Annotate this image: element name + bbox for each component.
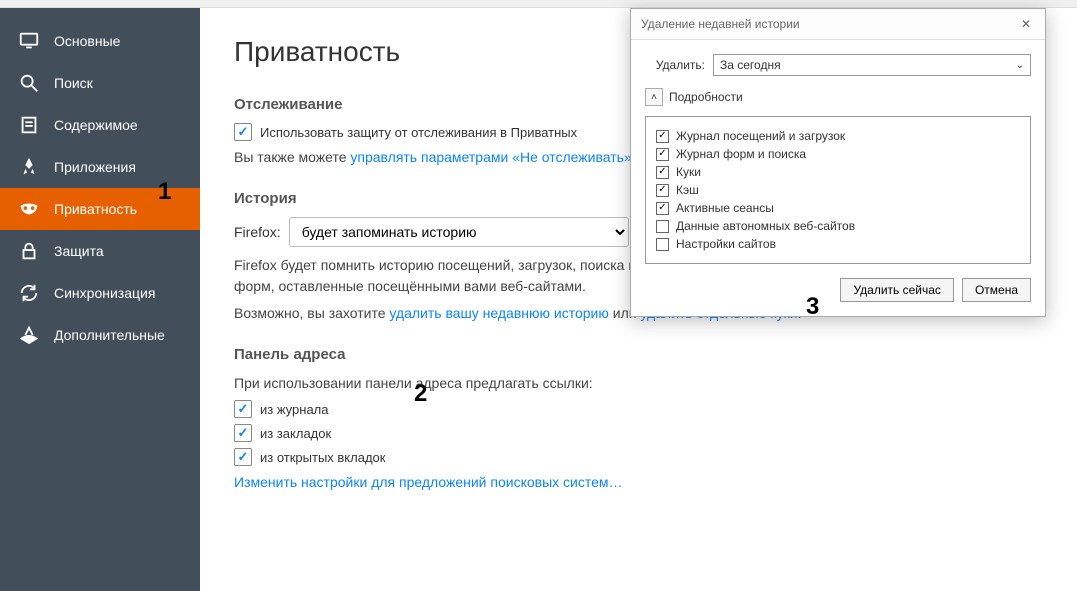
cb-sessions[interactable] bbox=[656, 202, 669, 215]
sidebar-item-search[interactable]: Поиск bbox=[0, 62, 200, 104]
cb-offline-data[interactable] bbox=[656, 220, 669, 233]
firefox-label: Firefox: bbox=[234, 224, 281, 240]
maybe-text: Возможно, вы захотите bbox=[234, 305, 389, 321]
document-icon bbox=[18, 114, 40, 136]
sidebar-item-apps[interactable]: Приложения bbox=[0, 146, 200, 188]
tracking-protection-label: Использовать защиту от отслеживания в Пр… bbox=[260, 125, 577, 140]
addr-history-checkbox[interactable] bbox=[234, 400, 252, 418]
addr-opentabs-checkbox[interactable] bbox=[234, 448, 252, 466]
addressbar-text: При использовании панели адреса предлага… bbox=[234, 373, 1043, 394]
rocket-icon bbox=[18, 156, 40, 178]
cb-visit-history[interactable] bbox=[656, 130, 669, 143]
close-icon[interactable]: ✕ bbox=[1017, 15, 1035, 33]
cb-cookies[interactable] bbox=[656, 166, 669, 179]
sidebar-item-sync[interactable]: Синхронизация bbox=[0, 272, 200, 314]
sidebar-item-label: Дополнительные bbox=[54, 327, 165, 343]
clear-history-dialog: Удаление недавней истории ✕ Удалить: За … bbox=[630, 8, 1046, 317]
tracking-protection-checkbox[interactable] bbox=[234, 123, 252, 141]
addressbar-heading: Панель адреса bbox=[234, 346, 1043, 363]
sidebar-item-label: Содержимое bbox=[54, 117, 138, 133]
mask-icon bbox=[18, 198, 40, 220]
addr-history-label: из журнала bbox=[260, 402, 329, 417]
tracking-params-link[interactable]: управлять параметрами «Не отслеживать» bbox=[350, 149, 631, 165]
monitor-icon bbox=[18, 30, 40, 52]
sidebar-item-label: Синхронизация bbox=[54, 285, 155, 301]
sidebar-item-label: Защита bbox=[54, 243, 104, 259]
clear-recent-history-link[interactable]: удалить вашу недавнюю историю bbox=[389, 305, 608, 321]
addr-opentabs-label: из открытых вкладок bbox=[260, 450, 385, 465]
cb-form-history[interactable] bbox=[656, 148, 669, 161]
sidebar-item-label: Поиск bbox=[54, 75, 93, 91]
cb-cache[interactable] bbox=[656, 184, 669, 197]
sidebar-item-label: Приватность bbox=[54, 201, 137, 217]
settings-sidebar: Основные Поиск Содержимое Приложения При… bbox=[0, 8, 200, 591]
sidebar-item-label: Основные bbox=[54, 33, 120, 49]
cancel-button[interactable]: Отмена bbox=[962, 278, 1031, 302]
hat-icon bbox=[18, 324, 40, 346]
dialog-title: Удаление недавней истории bbox=[641, 17, 800, 31]
chevron-down-icon: ⌄ bbox=[1016, 60, 1024, 71]
sidebar-item-advanced[interactable]: Дополнительные bbox=[0, 314, 200, 356]
lock-icon bbox=[18, 240, 40, 262]
sidebar-item-security[interactable]: Защита bbox=[0, 230, 200, 272]
search-engine-settings-link[interactable]: Изменить настройки для предложений поиск… bbox=[234, 474, 623, 490]
sidebar-item-privacy[interactable]: Приватность bbox=[0, 188, 200, 230]
delete-now-button[interactable]: Удалить сейчас bbox=[840, 278, 953, 302]
addr-bookmarks-checkbox[interactable] bbox=[234, 424, 252, 442]
search-icon bbox=[18, 72, 40, 94]
delete-range-select[interactable]: За сегодня ⌄ bbox=[713, 54, 1031, 76]
history-mode-select[interactable]: будет запоминать историю bbox=[289, 217, 629, 247]
sidebar-item-general[interactable]: Основные bbox=[0, 20, 200, 62]
cb-site-prefs[interactable] bbox=[656, 238, 669, 251]
sidebar-item-label: Приложения bbox=[54, 159, 136, 175]
details-list: Журнал посещений и загрузок Журнал форм … bbox=[645, 116, 1031, 264]
details-toggle[interactable]: ˄ Подробности bbox=[645, 88, 743, 106]
details-label: Подробности bbox=[669, 90, 743, 104]
sidebar-item-content[interactable]: Содержимое bbox=[0, 104, 200, 146]
tracking-text: Вы также можете bbox=[234, 149, 350, 165]
delete-range-label: Удалить: bbox=[645, 58, 705, 72]
chevron-up-icon: ˄ bbox=[645, 88, 663, 106]
addr-bookmarks-label: из закладок bbox=[260, 426, 331, 441]
sync-icon bbox=[18, 282, 40, 304]
